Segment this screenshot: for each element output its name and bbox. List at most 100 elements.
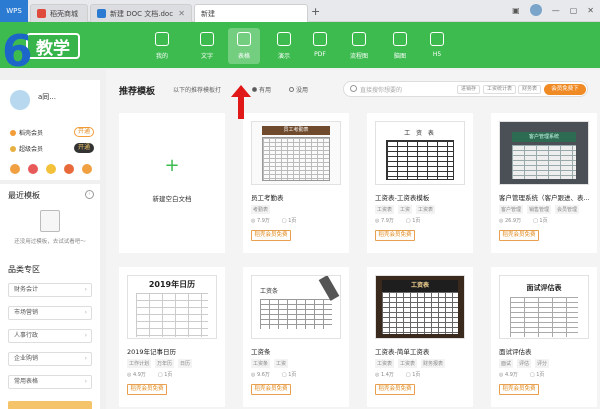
filter-label: 以下的推荐模板打	[173, 87, 222, 94]
search-tag[interactable]: 工资统计表	[483, 85, 517, 94]
nav-h5[interactable]: H5	[421, 28, 453, 64]
category-item[interactable]: 常用表格 ›	[8, 375, 92, 389]
new-blank-card[interactable]: + 新建空白文档	[119, 113, 225, 253]
category-item[interactable]: 人事行政 ›	[8, 329, 92, 343]
template-card[interactable]: 面试评估表 面试评估表 面试 评估 评分 ◎ 4.9万 ▢ 1页 稻壳会员免费	[491, 267, 597, 407]
new-tab-icon[interactable]: +	[311, 5, 320, 18]
thumb-grid	[386, 140, 454, 180]
search-input[interactable]: 直接搜你想要的 进销存 工资统计表 财务表 会员免费下	[343, 81, 588, 97]
thumb-dark: 客户管理系统	[500, 122, 588, 184]
template-card[interactable]: 员工考勤表 员工考勤表 考勤表 ◎ 7.9万 ▢ 1页 稻壳会员免费	[243, 113, 349, 253]
promo-banner[interactable]	[8, 401, 92, 409]
page-count: ▢ 1页	[405, 372, 421, 378]
nav-bar: 教学 我的 文字 表格 演示 PDF 流程图 脑图 H5	[0, 22, 600, 68]
plus-icon: +	[164, 155, 180, 176]
search-tag[interactable]: 财务表	[518, 85, 542, 94]
template-card[interactable]: 工资表 工资表-简单工资表 工资表 工资表 财务报表 ◎ 1.4万 ▢ 1页 稻壳…	[367, 267, 473, 407]
nav-flowchart[interactable]: 流程图	[343, 28, 375, 64]
template-tag[interactable]: 工资表	[375, 359, 395, 368]
tab-new[interactable]: 新建	[194, 4, 308, 22]
template-tag[interactable]: 工作计划	[127, 359, 152, 368]
vip-free-button[interactable]: 稻壳会员免费	[251, 230, 291, 241]
template-stats: ◎ 7.9万 ▢ 1页	[375, 217, 420, 224]
coin-icon[interactable]	[10, 164, 20, 174]
filter-useful-label: 有用	[259, 87, 272, 94]
thumb-title: 员工考勤表	[262, 126, 330, 135]
template-thumbnail: 员工考勤表	[251, 121, 341, 185]
template-tag[interactable]: 销售管理	[527, 205, 552, 214]
template-tag[interactable]: 万年历	[155, 359, 175, 368]
filter-useful[interactable]: 有用	[252, 85, 271, 94]
nav-label: 脑图	[393, 53, 406, 60]
template-tags: 工资表 工资 工资表	[375, 205, 436, 214]
template-tag[interactable]: 评分	[535, 359, 550, 368]
crown-icon[interactable]	[82, 164, 92, 174]
category-item[interactable]: 市场营销 ›	[8, 306, 92, 320]
category-item[interactable]: 财务会计 ›	[8, 283, 92, 297]
vip-free-button[interactable]: 会员免费下	[544, 84, 586, 95]
vip-free-button[interactable]: 稻壳会员免费	[499, 384, 539, 395]
template-tag[interactable]: 工资条	[251, 359, 271, 368]
maximize-icon[interactable]: ▢	[570, 6, 578, 15]
minimize-icon[interactable]: —	[552, 6, 560, 15]
tab-docer[interactable]: 稻壳商城	[30, 4, 88, 22]
close-window-icon[interactable]: ✕	[587, 6, 594, 15]
title-bar: WPS 稻壳商城 新建 DOC 文档.doc ✕ 新建 + ▣ — ▢ ✕	[0, 0, 600, 22]
search-tag[interactable]: 进销存	[457, 85, 481, 94]
template-card[interactable]: 工 资 表 工资表-工资表模板 工资表 工资 工资表 ◎ 7.9万 ▢ 1页 稻壳…	[367, 113, 473, 253]
vip-free-button[interactable]: 稻壳会员免费	[127, 384, 167, 395]
layout-icon[interactable]: ▣	[512, 6, 520, 15]
template-name: 面试评估表	[499, 348, 532, 356]
star-icon[interactable]	[46, 164, 56, 174]
vip-free-button[interactable]: 稻壳会员免费	[375, 384, 415, 395]
template-name: 工资表-工资表模板	[375, 194, 430, 202]
nav-text[interactable]: 文字	[191, 28, 223, 64]
template-tag[interactable]: 工资	[398, 205, 413, 214]
template-tag[interactable]: 工资表	[416, 205, 436, 214]
table-icon	[237, 32, 251, 46]
avatar[interactable]	[529, 4, 542, 16]
nav-mindmap[interactable]: 脑图	[384, 28, 416, 64]
vip-row: 稻壳会员	[10, 128, 43, 137]
template-tag[interactable]: 财务报表	[421, 359, 446, 368]
category-item[interactable]: 企业购销 ›	[8, 352, 92, 366]
nav-table[interactable]: 表格	[228, 28, 260, 64]
filter-useless[interactable]: 没用	[289, 85, 308, 94]
tab-doc[interactable]: 新建 DOC 文档.doc ✕	[90, 4, 192, 22]
fire-icon[interactable]	[64, 164, 74, 174]
nav-my[interactable]: 我的	[146, 28, 178, 64]
chevron-right-icon: ›	[84, 332, 87, 339]
template-tag[interactable]: 日历	[178, 359, 193, 368]
avatar[interactable]	[10, 90, 30, 110]
template-tag[interactable]: 评估	[517, 359, 532, 368]
template-tag[interactable]: 会员管理	[555, 205, 580, 214]
filter-useless-label: 没用	[296, 87, 309, 94]
views-count: ◎ 4.9万	[127, 372, 146, 378]
gift-icon[interactable]	[28, 164, 38, 174]
close-icon[interactable]: ✕	[178, 9, 185, 18]
template-card[interactable]: 客户管理系统 客户管理系统（客户跟进、表... 客户管理 销售管理 会员管理 ◎…	[491, 113, 597, 253]
nav-slides[interactable]: 演示	[268, 28, 300, 64]
template-tag[interactable]: 工资表	[398, 359, 418, 368]
vip-free-button[interactable]: 稻壳会员免费	[499, 230, 539, 241]
chevron-right-icon[interactable]: ›	[85, 190, 94, 199]
super-vip-open-button[interactable]: 开通	[74, 143, 94, 153]
wps-logo[interactable]: WPS	[0, 0, 28, 22]
annotation-arrow-icon	[231, 85, 251, 119]
doc-icon	[97, 9, 106, 18]
recent-templates: 最近模板 › 还没用过模板，去试试看吧～	[0, 184, 100, 262]
chevron-right-icon: ›	[84, 286, 87, 293]
template-tag[interactable]: 工资	[274, 359, 289, 368]
vip-open-button[interactable]: 开通	[74, 127, 94, 137]
vip-free-button[interactable]: 稻壳会员免费	[375, 230, 415, 241]
template-tag[interactable]: 客户管理	[499, 205, 524, 214]
vip-free-button[interactable]: 稻壳会员免费	[251, 384, 291, 395]
pdf-icon	[313, 32, 327, 46]
template-card[interactable]: 工资条 工资条 工资条 工资 ◎ 9.6万 ▢ 1页 稻壳会员免费	[243, 267, 349, 407]
new-blank-label: 新建空白文档	[152, 195, 192, 203]
template-tag[interactable]: 面试	[499, 359, 514, 368]
template-card[interactable]: 2019年日历 2019年记事日历 工作计划 万年历 日历 ◎ 4.9万 ▢ 1页…	[119, 267, 225, 407]
template-tag[interactable]: 考勤表	[251, 205, 271, 214]
template-tag[interactable]: 工资表	[375, 205, 395, 214]
nav-pdf[interactable]: PDF	[304, 28, 336, 64]
